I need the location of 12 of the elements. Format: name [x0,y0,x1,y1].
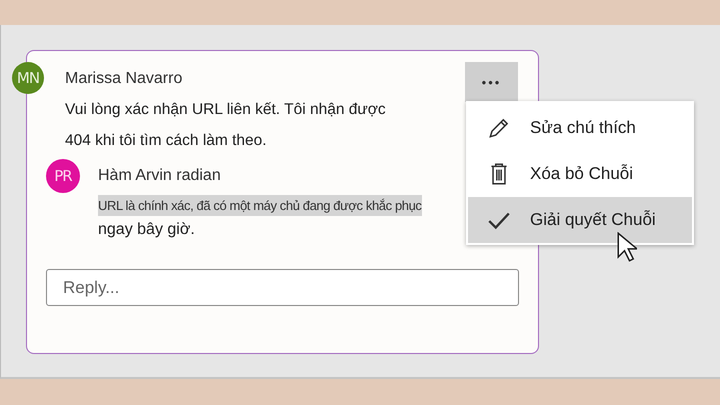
reply-text-line: ngay bây giờ. [98,221,195,239]
avatar: MN [12,62,44,94]
selected-text: URL là chính xác, đã có một máy chủ đang được khắc phục [98,195,422,216]
reply-field[interactable]: Reply... [46,269,519,306]
menu-item[interactable]: Giải quyết Chuỗi [468,197,692,243]
author-name: Hàm Arvin radian [98,167,221,185]
avatar: PR [46,159,80,193]
menu-item[interactable]: Xóa bỏ Chuỗi [468,151,692,197]
author-name: Marissa Navarro [65,70,182,88]
comment-text: Vui lòng xác nhận URL liên kết. Tôi nhận được 404 khi tôi tìm cách làm theo. [65,100,387,151]
more-button[interactable]: ••• [465,62,518,102]
menu-item[interactable]: Sửa chú thích [468,105,692,151]
